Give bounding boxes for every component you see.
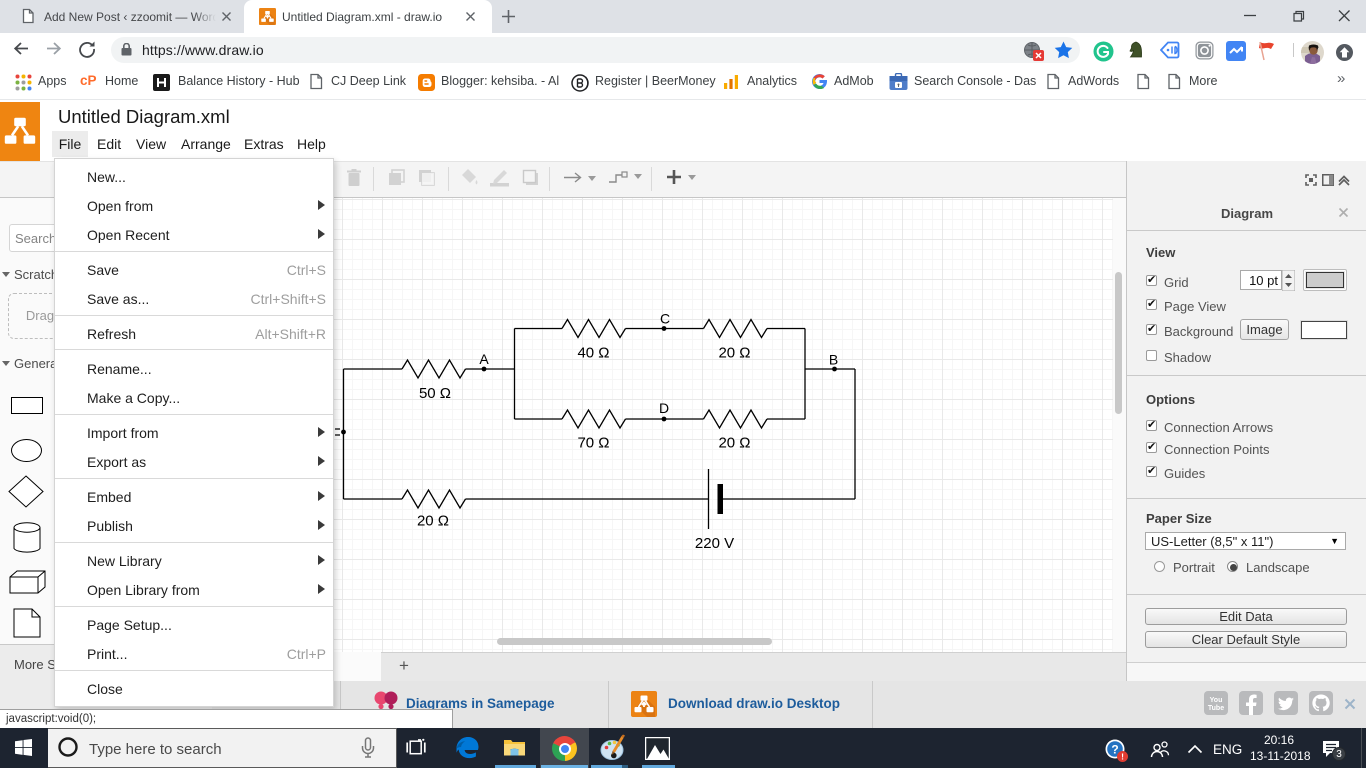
svg-text:20 Ω: 20 Ω — [718, 435, 750, 452]
svg-text:70 Ω: 70 Ω — [577, 435, 609, 452]
svg-text:50 Ω: 50 Ω — [419, 385, 451, 402]
svg-text:C: C — [660, 311, 670, 327]
svg-text:You: You — [1210, 697, 1223, 704]
svg-text:Tube: Tube — [1208, 705, 1224, 712]
svg-text:B: B — [829, 352, 838, 368]
svg-text:40 Ω: 40 Ω — [577, 345, 609, 362]
svg-text:220 V: 220 V — [695, 535, 734, 552]
svg-text:D: D — [659, 400, 669, 416]
svg-text:!: ! — [1121, 752, 1124, 762]
svg-text:A: A — [479, 351, 489, 367]
svg-text:20 Ω: 20 Ω — [417, 513, 449, 530]
svg-text:20 Ω: 20 Ω — [718, 345, 750, 362]
